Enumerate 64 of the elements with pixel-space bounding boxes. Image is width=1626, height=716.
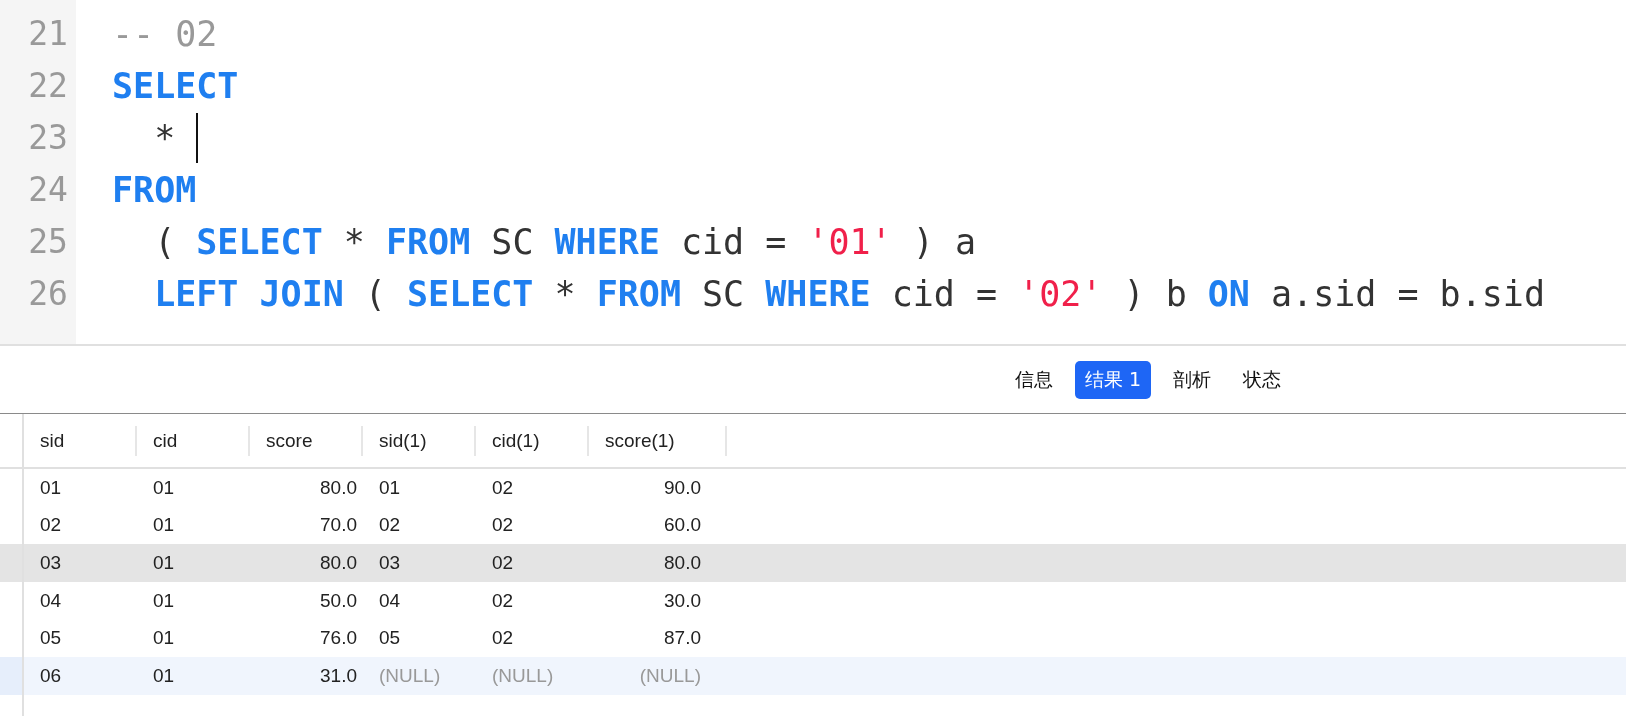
table-cell: 03 (379, 552, 401, 573)
table-row[interactable]: 03 01 80.0 03 02 80.0 (0, 544, 1626, 582)
table-cell: 30.0 (664, 589, 701, 611)
table-cell: 70.0 (320, 514, 357, 536)
table-cell: 01 (153, 514, 175, 536)
table-cell: 04 (40, 589, 62, 611)
table-row[interactable]: 06 01 31.0 (NULL) (NULL) (NULL) (0, 656, 1626, 695)
column-header[interactable]: score(1) (589, 425, 727, 456)
result-tab[interactable]: 信息 (1004, 360, 1063, 399)
table-cell: 02 (492, 552, 514, 573)
table-cell: 02 (492, 589, 514, 611)
column-header[interactable]: score (250, 425, 363, 456)
line-number: 22 (27, 65, 69, 107)
table-cell: 60.0 (664, 514, 701, 536)
table-row[interactable]: 04 01 50.0 04 02 30.0 (0, 581, 1626, 620)
code-line: ( SELECT * FROM SC WHERE cid = '01' ) a (153, 221, 976, 264)
line-number: 25 (27, 221, 69, 263)
table-cell: 31.0 (320, 664, 357, 686)
table-cell: 02 (492, 476, 514, 498)
table-cell: 01 (153, 589, 175, 611)
column-header[interactable]: cid(1) (476, 425, 589, 456)
table-cell: 90.0 (664, 476, 701, 498)
line-number: 21 (27, 13, 69, 55)
table-cell: 01 (153, 664, 175, 686)
code-line: LEFT JOIN ( SELECT * FROM SC WHERE cid = '02' ) b ON a.sid = b.sid (153, 273, 1545, 316)
column-header[interactable]: sid (24, 425, 137, 456)
table-cell: 80.0 (320, 476, 357, 498)
table-row[interactable]: 01 01 80.0 01 02 90.0 (0, 469, 1626, 507)
line-number: 26 (27, 273, 69, 315)
table-cell: 03 (40, 552, 62, 573)
table-cell: 80.0 (664, 552, 701, 573)
result-tab[interactable]: 结果 1 (1074, 360, 1151, 399)
table-cell: 76.0 (320, 627, 357, 649)
table-cell: 06 (40, 664, 62, 686)
table-cell: 02 (379, 514, 401, 536)
table-cell: 01 (40, 476, 62, 498)
table-cell: 01 (379, 476, 401, 498)
table-cell: 05 (40, 627, 62, 649)
code-line: * (153, 117, 177, 160)
table-cell: 01 (153, 627, 175, 649)
table-cell: 80.0 (320, 552, 357, 573)
table-cell: 05 (379, 627, 401, 649)
result-tab[interactable]: 状态 (1233, 360, 1291, 399)
column-header[interactable]: sid(1) (363, 425, 476, 456)
table-cell: 87.0 (664, 627, 701, 649)
table-cell: (NULL) (639, 664, 701, 686)
text-cursor (196, 113, 199, 163)
code-line: FROM (112, 169, 197, 212)
table-cell: 50.0 (320, 589, 357, 611)
line-number: 24 (27, 169, 69, 211)
table-cell: 01 (153, 476, 175, 498)
table-cell: 02 (492, 514, 514, 536)
result-tab[interactable]: 剖析 (1163, 360, 1221, 399)
column-header[interactable]: cid (137, 425, 250, 456)
table-cell: 04 (379, 589, 401, 611)
table-cell: 02 (40, 514, 62, 536)
line-number: 23 (27, 117, 69, 159)
table-cell: (NULL) (379, 664, 441, 686)
table-cell: (NULL) (492, 664, 554, 686)
table-cell: 01 (153, 552, 175, 573)
code-line: -- 02 (112, 13, 218, 56)
code-line: SELECT (112, 65, 239, 108)
row-selector[interactable] (0, 656, 24, 695)
table-cell: 02 (492, 627, 514, 649)
